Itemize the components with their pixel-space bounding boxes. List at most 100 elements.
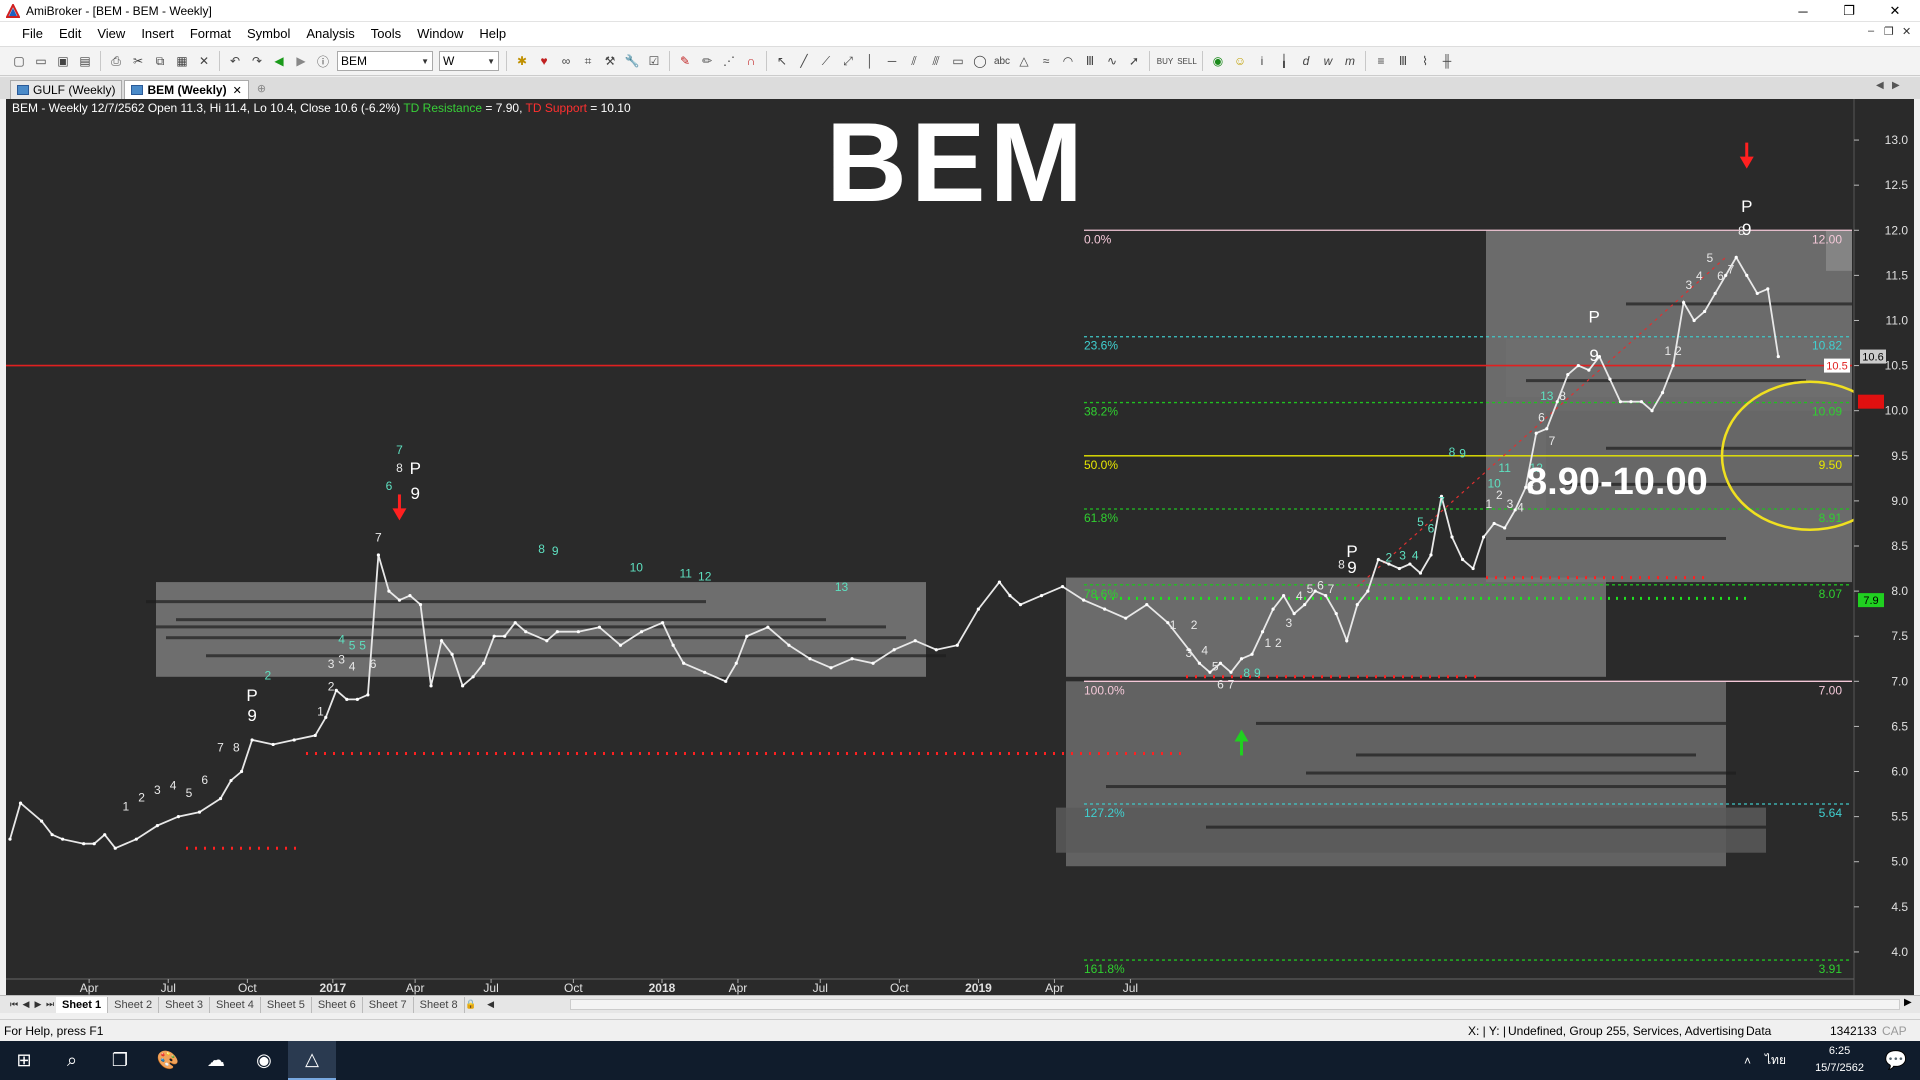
windows-start-icon[interactable]: ⊞ (0, 1041, 48, 1080)
wrench-icon[interactable]: 🔧 (623, 52, 641, 70)
tab-bem-weekly[interactable]: BEM (Weekly) ✕ (124, 80, 249, 99)
sheet-tab-8[interactable]: Sheet 8 (414, 996, 465, 1013)
vertical-line-icon[interactable]: │ (861, 52, 879, 70)
forward-icon[interactable]: ▶ (292, 52, 310, 70)
globe-icon[interactable]: ◉ (1209, 52, 1227, 70)
save-icon[interactable]: ▣ (54, 52, 72, 70)
menu-help[interactable]: Help (471, 22, 514, 46)
menu-view[interactable]: View (89, 22, 133, 46)
arrow-tool-icon[interactable]: ➚ (1125, 52, 1143, 70)
chrome-icon[interactable]: ◉ (240, 1041, 288, 1080)
chart-pane[interactable]: 0.0% 12.00 23.6% 10.82 38.2% 10.09 50.0% 9.50 61… (6, 99, 1914, 995)
open-folder-icon[interactable]: ▭ (32, 52, 50, 70)
sheet-tab-6[interactable]: Sheet 6 (312, 996, 363, 1013)
first-sheet-icon[interactable]: ⏮ (8, 999, 20, 1010)
paint-app-icon[interactable]: 🎨 (144, 1041, 192, 1080)
wave-icon[interactable]: ∿ (1103, 52, 1121, 70)
menu-file[interactable]: File (14, 22, 51, 46)
smiley-icon[interactable]: ☺ (1231, 52, 1249, 70)
pattern-icon[interactable]: ⌗ (579, 52, 597, 70)
lock-icon[interactable]: 🔒 (465, 999, 477, 1010)
ray-icon[interactable]: ⟋ (817, 52, 835, 70)
mdi-close-button[interactable]: ✕ (1902, 25, 1911, 38)
check-icon[interactable]: ☑ (645, 52, 663, 70)
sheet-tab-1[interactable]: Sheet 1 (56, 996, 109, 1013)
sheet-scroll-right-icon[interactable]: ▶ (1904, 997, 1912, 1008)
sheet-tab-4[interactable]: Sheet 4 (210, 996, 261, 1013)
menu-window[interactable]: Window (409, 22, 471, 46)
cloud-app-icon[interactable]: ☁ (192, 1041, 240, 1080)
horizontal-line-icon[interactable]: ─ (883, 52, 901, 70)
dashed-line-icon[interactable]: ⋰ (720, 52, 738, 70)
fib-time-icon[interactable]: Ⅲ (1081, 52, 1099, 70)
delete-icon[interactable]: ✕ (195, 52, 213, 70)
horizontal-scrollbar[interactable] (570, 999, 1900, 1010)
menu-insert[interactable]: Insert (133, 22, 182, 46)
triangle-icon[interactable]: △ (1015, 52, 1033, 70)
scroll-left-icon[interactable]: ◀ (1876, 80, 1884, 91)
menu-tools[interactable]: Tools (363, 22, 409, 46)
sheet-tab-7[interactable]: Sheet 7 (363, 996, 414, 1013)
undo-icon[interactable]: ↶ (226, 52, 244, 70)
scroll-right-icon[interactable]: ▶ (1892, 80, 1900, 91)
close-button[interactable]: ✕ (1872, 0, 1918, 22)
candle-icon[interactable]: ╽ (1275, 52, 1293, 70)
sheet-tab-5[interactable]: Sheet 5 (261, 996, 312, 1013)
symbol-combo[interactable]: BEM ▼ (337, 51, 433, 71)
parallel-lines-icon[interactable]: ⫽ (905, 52, 923, 70)
cut-icon[interactable]: ✂ (129, 52, 147, 70)
channel-icon[interactable]: ⫻ (927, 52, 945, 70)
w-icon[interactable]: w (1319, 52, 1337, 70)
sell-icon[interactable]: SELL (1177, 52, 1197, 70)
mdi-minimize-button[interactable]: – (1868, 25, 1874, 37)
new-tab-icon[interactable]: ⊕ (257, 80, 266, 99)
redo-icon[interactable]: ↷ (248, 52, 266, 70)
info-small-icon[interactable]: i (1253, 52, 1271, 70)
save-all-icon[interactable]: ▤ (76, 52, 94, 70)
buy-icon[interactable]: BUY (1156, 52, 1174, 70)
language-indicator[interactable]: ไทย (1765, 1051, 1786, 1070)
chevron-up-icon[interactable]: ˄ (1744, 1054, 1751, 1068)
price-chart[interactable]: 0.0% 12.0023.6% 10.8238.2% 10.0950.0% 9.5061… (6, 99, 1914, 995)
menu-format[interactable]: Format (182, 22, 239, 46)
tab-gulf-weekly[interactable]: GULF (Weekly) (10, 80, 123, 99)
d-icon[interactable]: d (1297, 52, 1315, 70)
sheet-tab-3[interactable]: Sheet 3 (159, 996, 210, 1013)
ohlc-icon[interactable]: ╫ (1438, 52, 1456, 70)
system-clock[interactable]: 6:25 15/7/2562 (1815, 1043, 1864, 1077)
zigzag-icon[interactable]: ≈ (1037, 52, 1055, 70)
text-icon[interactable]: abc (993, 52, 1011, 70)
interval-combo[interactable]: W ▼ (439, 51, 499, 71)
restore-button[interactable]: ❐ (1826, 0, 1872, 22)
next-sheet-icon[interactable]: ▶ (32, 999, 44, 1010)
sheet-tab-2[interactable]: Sheet 2 (108, 996, 160, 1013)
menu-edit[interactable]: Edit (51, 22, 89, 46)
m-icon[interactable]: m (1341, 52, 1359, 70)
search-icon[interactable]: ⌕ (48, 1041, 96, 1080)
minimize-button[interactable]: ─ (1780, 0, 1826, 22)
rectangle-icon[interactable]: ▭ (949, 52, 967, 70)
bar-list-icon[interactable]: ≡ (1372, 52, 1390, 70)
info-icon[interactable]: ⓘ (314, 52, 332, 70)
menu-analysis[interactable]: Analysis (298, 22, 362, 46)
bars-icon[interactable]: Ⅲ (1394, 52, 1412, 70)
cursor-icon[interactable]: ↖ (773, 52, 791, 70)
menu-symbol[interactable]: Symbol (239, 22, 298, 46)
mdi-restore-button[interactable]: ❐ (1884, 25, 1894, 38)
notification-icon[interactable]: 💬 (1872, 1041, 1920, 1080)
sheet-scroll-left-icon[interactable]: ◀ (485, 999, 497, 1010)
task-view-icon[interactable]: ❐ (96, 1041, 144, 1080)
extended-line-icon[interactable]: ⤢ (839, 52, 857, 70)
indicator-icon[interactable]: ✱ (513, 52, 531, 70)
chart-tool-icon[interactable]: ⚒ (601, 52, 619, 70)
pen-color-icon[interactable]: ✎ (676, 52, 694, 70)
arc-icon[interactable]: ◠ (1059, 52, 1077, 70)
print-icon[interactable]: ⎙ (107, 52, 125, 70)
ellipse-icon[interactable]: ◯ (971, 52, 989, 70)
glasses-icon[interactable]: ∞ (557, 52, 575, 70)
last-sheet-icon[interactable]: ⏭ (44, 999, 56, 1010)
amibroker-taskbar-icon[interactable]: △ (288, 1041, 336, 1080)
new-file-icon[interactable]: ▢ (10, 52, 28, 70)
pencil-icon[interactable]: ✏ (698, 52, 716, 70)
prev-sheet-icon[interactable]: ◀ (20, 999, 32, 1010)
